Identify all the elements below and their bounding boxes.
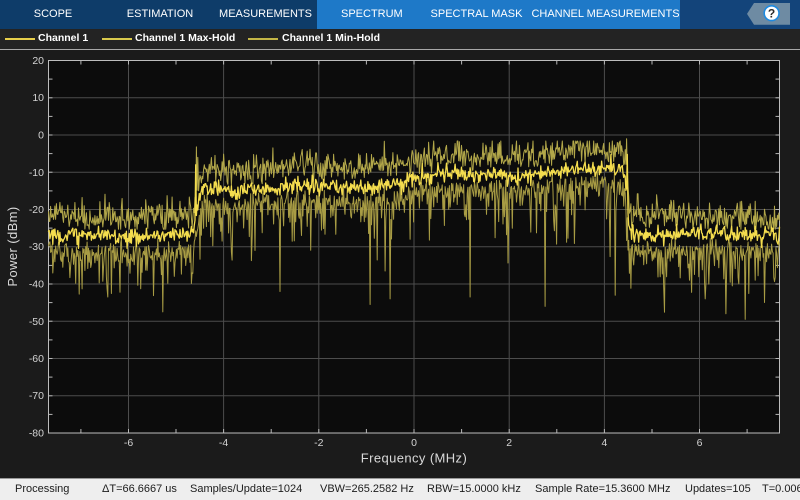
- svg-text:0: 0: [38, 130, 44, 142]
- svg-text:-6: -6: [124, 437, 133, 449]
- svg-text:Frequency (MHz): Frequency (MHz): [361, 451, 467, 466]
- svg-text:-70: -70: [29, 390, 44, 402]
- svg-text:-80: -80: [29, 428, 44, 440]
- svg-text:-20: -20: [29, 204, 44, 216]
- svg-text:-10: -10: [29, 167, 44, 179]
- svg-text:2: 2: [506, 437, 512, 449]
- svg-text:-2: -2: [314, 437, 323, 449]
- svg-text:Power (dBm): Power (dBm): [5, 206, 20, 286]
- svg-text:-50: -50: [29, 316, 44, 328]
- svg-text:10: 10: [32, 92, 44, 104]
- svg-text:20: 20: [32, 55, 44, 67]
- svg-text:-60: -60: [29, 353, 44, 365]
- svg-text:6: 6: [697, 437, 703, 449]
- svg-text:0: 0: [411, 437, 417, 449]
- svg-text:-4: -4: [219, 437, 228, 449]
- svg-text:-40: -40: [29, 279, 44, 291]
- svg-text:?: ?: [768, 7, 775, 21]
- svg-text:4: 4: [601, 437, 607, 449]
- svg-text:-30: -30: [29, 241, 44, 253]
